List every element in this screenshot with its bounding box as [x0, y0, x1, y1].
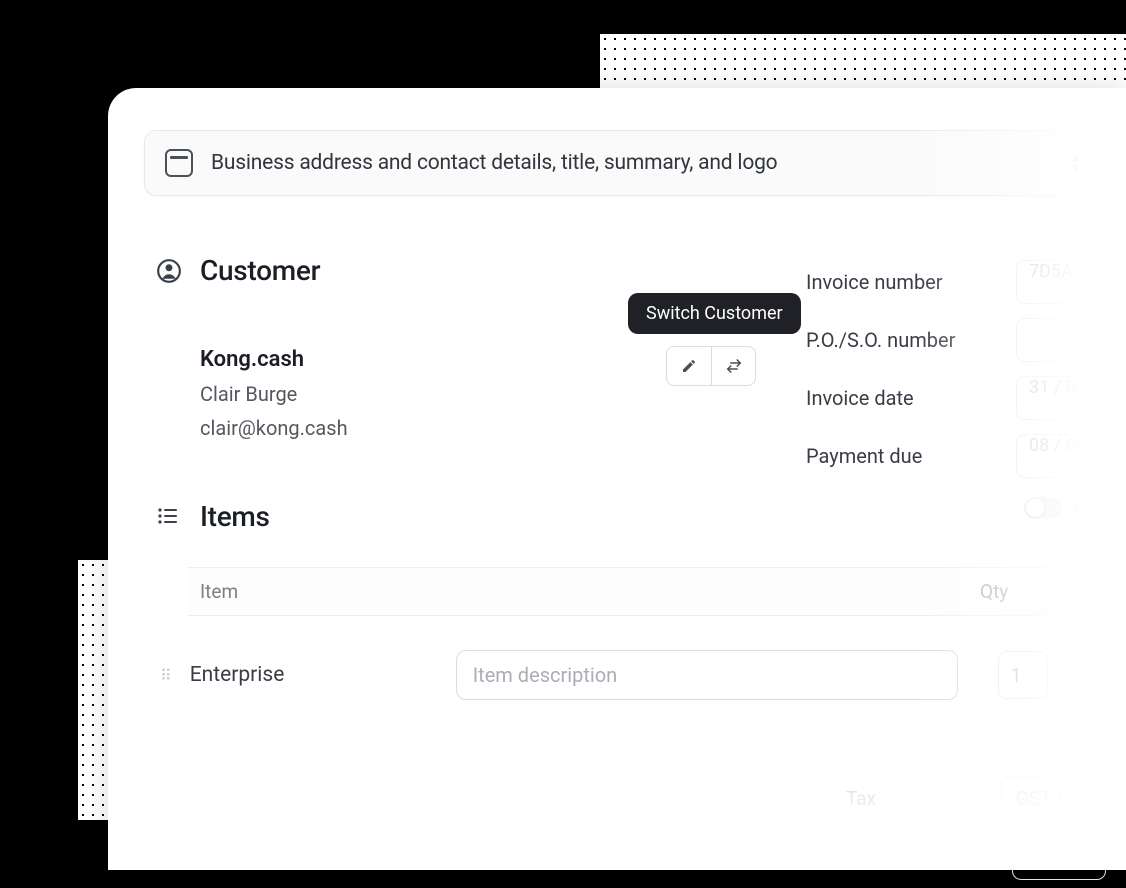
within-label: Within — [1072, 498, 1122, 519]
payment-due-input[interactable]: 08 / 06 / 2 — [1016, 434, 1126, 478]
customer-icon — [156, 258, 182, 284]
invoice-date-label: Invoice date — [806, 386, 914, 410]
invoice-number-input[interactable]: 7D5A1-00 — [1016, 260, 1126, 304]
payment-due-label: Payment due — [806, 444, 922, 468]
expand-chevron-icon: ▴▾ — [1072, 153, 1079, 173]
switch-customer-button[interactable] — [711, 347, 755, 385]
within-toggle[interactable] — [1024, 497, 1062, 519]
item-row: ⠿ Enterprise Item description 1 — [160, 650, 1126, 700]
customer-section-title: Customer — [200, 254, 320, 287]
payment-due-within-row: Within — [806, 497, 1126, 519]
business-details-collapsed-banner[interactable]: Business address and contact details, ti… — [144, 130, 1104, 196]
items-table-header: Item Qty — [188, 567, 1126, 616]
item-name[interactable]: Enterprise — [190, 663, 438, 687]
swap-icon — [725, 357, 743, 375]
pencil-icon — [681, 358, 697, 374]
banner-text: Business address and contact details, ti… — [211, 151, 777, 175]
list-icon — [156, 504, 182, 530]
edit-customer-button[interactable] — [667, 347, 711, 385]
items-section-title: Items — [200, 500, 270, 533]
header-section-icon — [165, 149, 193, 177]
tax-option-2[interactable]: GST 5% — [1012, 837, 1107, 880]
col-qty-header: Qty — [980, 580, 1008, 603]
tax-label: Tax — [846, 787, 876, 810]
drag-handle-icon[interactable]: ⠿ — [160, 666, 172, 685]
customer-button-group — [666, 346, 756, 386]
item-qty-input[interactable]: 1 — [998, 651, 1048, 699]
invoice-editor-card: Business address and contact details, ti… — [108, 88, 1126, 870]
invoice-number-label: Invoice number — [806, 270, 943, 294]
switch-customer-tooltip: Switch Customer — [628, 293, 801, 334]
tax-area: Tax GST 13% GST 5% — [846, 768, 1106, 888]
customer-actions: Switch Customer — [628, 293, 801, 386]
item-description-input[interactable]: Item description — [456, 650, 958, 700]
poso-number-input[interactable] — [1016, 318, 1126, 362]
invoice-meta: Invoice number 7D5A1-00 P.O./S.O. number… — [806, 253, 1126, 519]
col-item-header: Item — [200, 580, 980, 603]
poso-number-label: P.O./S.O. number — [806, 328, 955, 352]
tax-option-1[interactable]: GST 13% — [1001, 777, 1106, 820]
invoice-date-input[interactable]: 31 / 05 / 2 — [1016, 376, 1126, 420]
